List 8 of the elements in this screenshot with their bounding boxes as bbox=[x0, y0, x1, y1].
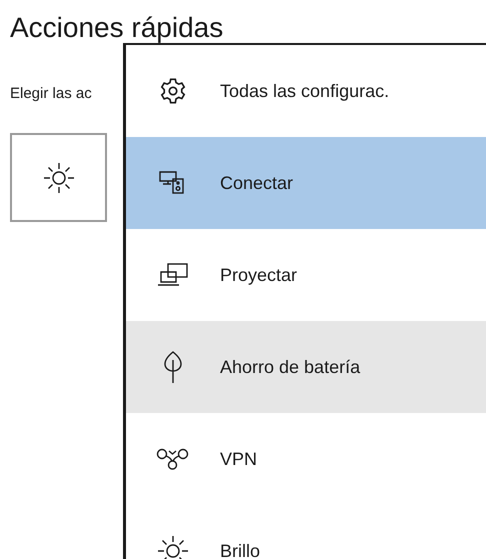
menu-item[interactable]: Conectar bbox=[126, 137, 486, 229]
gear-icon bbox=[159, 77, 187, 105]
menu-item[interactable]: Ahorro de batería bbox=[126, 321, 486, 413]
vpn-icon bbox=[155, 446, 191, 472]
quick-action-tile[interactable] bbox=[10, 133, 107, 222]
page-title: Acciones rápidas bbox=[10, 11, 224, 45]
sun-icon bbox=[155, 533, 191, 559]
page-subtitle: Elegir las ac bbox=[10, 84, 92, 104]
